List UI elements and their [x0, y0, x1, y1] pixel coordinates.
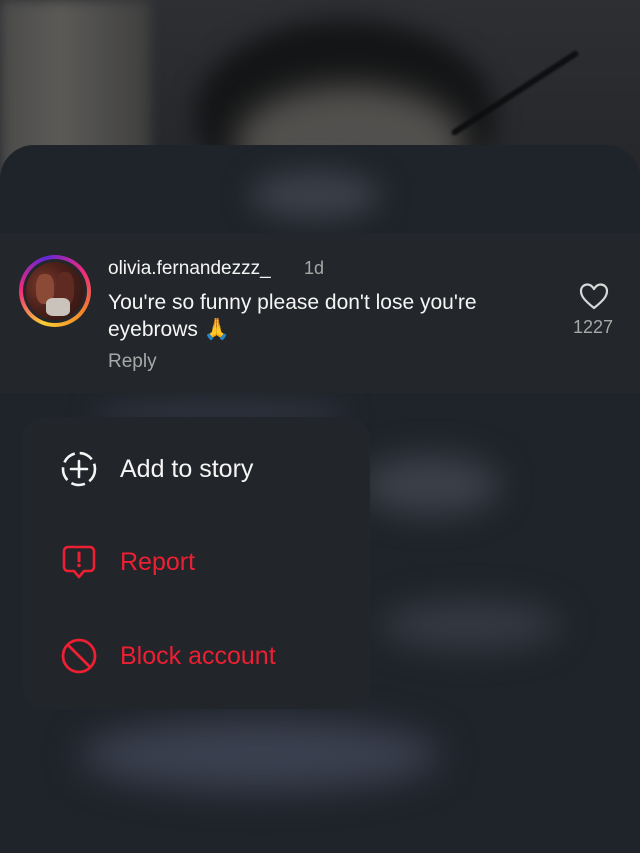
- report-speech-bubble-icon: [62, 545, 96, 579]
- block-circle-slash-icon: [61, 638, 97, 674]
- avatar[interactable]: [19, 255, 91, 327]
- blurred-comment-row: [380, 600, 560, 650]
- blurred-comment-input: [80, 720, 440, 790]
- heart-outline-icon[interactable]: [578, 281, 610, 311]
- avatar-image: [26, 262, 84, 320]
- menu-item-label: Block account: [120, 641, 276, 670]
- highlighted-comment: olivia.fernandezzz_ 1d You're so funny p…: [0, 233, 640, 393]
- add-circle-dashed-icon: [61, 451, 97, 487]
- comment-username[interactable]: olivia.fernandezzz_: [108, 258, 271, 280]
- reply-button[interactable]: Reply: [108, 351, 157, 373]
- comment-timestamp: 1d: [304, 258, 325, 278]
- menu-item-label: Report: [120, 547, 196, 576]
- like-count: 1227: [572, 317, 614, 337]
- menu-item-add-to-story[interactable]: Add to story: [22, 424, 370, 514]
- blurred-sheet-header: [250, 170, 380, 220]
- blurred-comment-row: [360, 455, 500, 515]
- menu-item-label: Add to story: [120, 454, 254, 483]
- menu-item-block-account[interactable]: Block account: [22, 611, 370, 701]
- menu-item-report[interactable]: Report: [22, 517, 370, 607]
- comment-text: You're so funny please don't lose you're…: [108, 291, 477, 341]
- comment-options-menu: Add to story Report Block account: [22, 417, 370, 709]
